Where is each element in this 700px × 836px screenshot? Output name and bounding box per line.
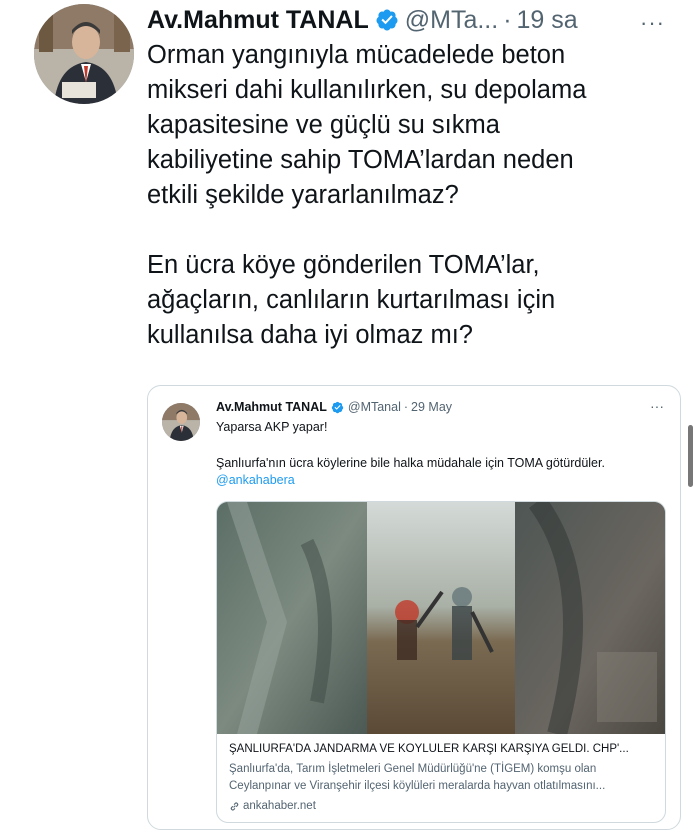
tweet-text-line: En ücra köye gönderilen TOMA’lar, xyxy=(147,251,540,279)
card-domain-text: ankahaber.net xyxy=(243,800,316,812)
mention-link[interactable]: @ankahabera xyxy=(216,473,295,487)
author-avatar[interactable] xyxy=(34,4,134,104)
quoted-tweet[interactable]: Av.Mahmut TANAL @MTanal · 29 May ··· Yap… xyxy=(147,385,681,830)
card-domain[interactable]: ankahaber.net xyxy=(229,800,316,812)
card-image-video-frames xyxy=(217,502,665,734)
tweet-text-line: kullanılsa daha iyi olmaz mı? xyxy=(147,321,473,349)
scrollbar[interactable] xyxy=(688,425,693,487)
quoted-tweet-text: Yaparsa AKP yapar! xyxy=(216,420,328,434)
link-icon xyxy=(229,801,240,812)
quoted-tweet-header: Av.Mahmut TANAL @MTanal · 29 May xyxy=(216,400,452,414)
quoted-avatar-photo xyxy=(162,403,200,441)
link-card[interactable]: ŞANLIURFA'DA JANDARMA VE KÖYLÜLER KARŞI … xyxy=(216,501,666,823)
tweet-time[interactable]: 19 sa xyxy=(517,6,578,35)
tweet-text: Orman yangınıyla mücadelede beton mikser… xyxy=(147,38,687,353)
tweet-text-line: Orman yangınıyla mücadelede beton xyxy=(147,41,566,69)
tweet-text-line: mikseri dahi kullanılırken, su depolama xyxy=(147,76,587,104)
verified-badge-icon xyxy=(331,401,344,414)
tweet-text-line: etkili şekilde yararlanılmaz? xyxy=(147,181,459,209)
verified-badge-icon xyxy=(375,8,399,32)
quoted-tweet-time[interactable]: 29 May xyxy=(411,400,452,414)
quoted-tweet-text-line: Şanlıurfa'nın ücra köylerine bile halka … xyxy=(216,456,605,470)
tweet-header: Av.Mahmut TANAL @MTa... · 19 sa xyxy=(147,4,578,36)
quoted-author-handle[interactable]: @MTanal xyxy=(348,400,401,414)
tweet-text-line: ağaçların, canlıların kurtarılması için xyxy=(147,286,556,314)
tweet-text-line: kabiliyetine sahip TOMA’lardan neden xyxy=(147,146,574,174)
quoted-author-avatar[interactable] xyxy=(162,403,200,441)
quoted-author-name[interactable]: Av.Mahmut TANAL xyxy=(216,400,327,414)
card-image[interactable] xyxy=(217,502,665,734)
avatar-photo xyxy=(34,4,134,104)
author-name[interactable]: Av.Mahmut TANAL xyxy=(147,6,369,35)
card-title[interactable]: ŞANLIURFA'DA JANDARMA VE KÖYLÜLER KARŞI … xyxy=(229,743,657,755)
separator-dot: · xyxy=(403,400,409,414)
separator-dot: · xyxy=(503,5,512,34)
tweet-text-line: kapasitesine ve güçlü su sıkma xyxy=(147,111,500,139)
quoted-more-icon[interactable]: ··· xyxy=(650,398,664,414)
author-handle[interactable]: @MTa... xyxy=(405,6,498,35)
card-description: Şanlıurfa'da, Tarım İşletmeleri Genel Mü… xyxy=(229,763,606,792)
more-icon[interactable]: ··· xyxy=(640,10,665,36)
